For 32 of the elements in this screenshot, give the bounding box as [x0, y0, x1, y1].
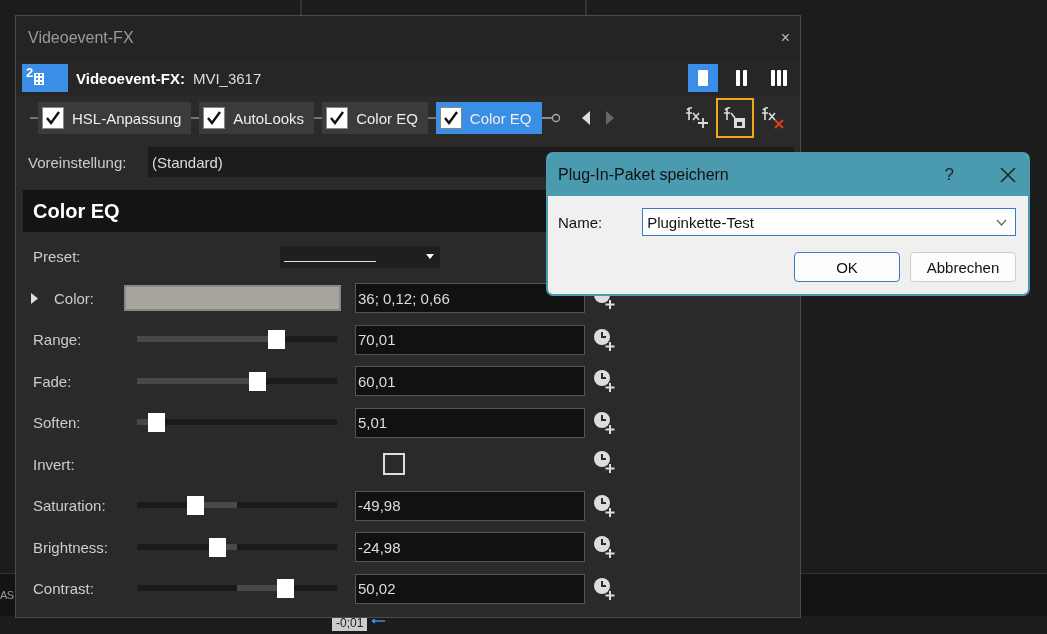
parameter-label: Brightness:	[33, 538, 110, 556]
header-label: Videoevent-FX:	[76, 69, 185, 87]
parameter-label: Invert:	[33, 455, 76, 473]
value-field[interactable]: -49,98	[355, 490, 585, 521]
parameter-label: Saturation:	[33, 497, 107, 515]
preset-label: Voreinstellung:	[28, 153, 128, 171]
parameter-label: Fade:	[33, 372, 73, 390]
value-field[interactable]: 36; 0,12; 0,66	[355, 283, 585, 314]
clip-name: MVI_3617	[192, 69, 262, 87]
parameter-label: Preset:	[33, 248, 82, 266]
dialog-button[interactable]: Abbrechen	[910, 252, 1016, 282]
event-badge: 2	[22, 64, 68, 92]
window-title: Videoevent-FX	[28, 29, 134, 47]
track-label: AS	[0, 589, 14, 601]
panel-title: Color EQ	[33, 199, 120, 223]
parameter-label: Color:	[54, 289, 94, 307]
effect-chip[interactable]: AutoLooks	[199, 102, 315, 134]
effect-chip[interactable]: Color EQ	[322, 102, 428, 134]
dialog-button[interactable]: OK	[794, 252, 900, 282]
parameter-label: Range:	[33, 331, 83, 349]
field-label: Name:	[558, 213, 603, 231]
parameter-label: Soften:	[33, 414, 82, 432]
close-button[interactable]: ×	[780, 29, 790, 47]
value-field[interactable]: 5,01	[355, 407, 585, 438]
value-field[interactable]: 70,01	[355, 324, 585, 355]
name-field[interactable]: Pluginkette-Test	[642, 208, 1016, 236]
help-button[interactable]: ?	[944, 165, 954, 185]
parameter-label: Contrast:	[33, 580, 95, 598]
value-field[interactable]: -24,98	[355, 532, 585, 563]
effect-chip[interactable]: HSL-Anpassung	[38, 102, 192, 134]
value-field[interactable]: 60,01	[355, 366, 585, 397]
value-field[interactable]: 50,02	[355, 573, 585, 604]
